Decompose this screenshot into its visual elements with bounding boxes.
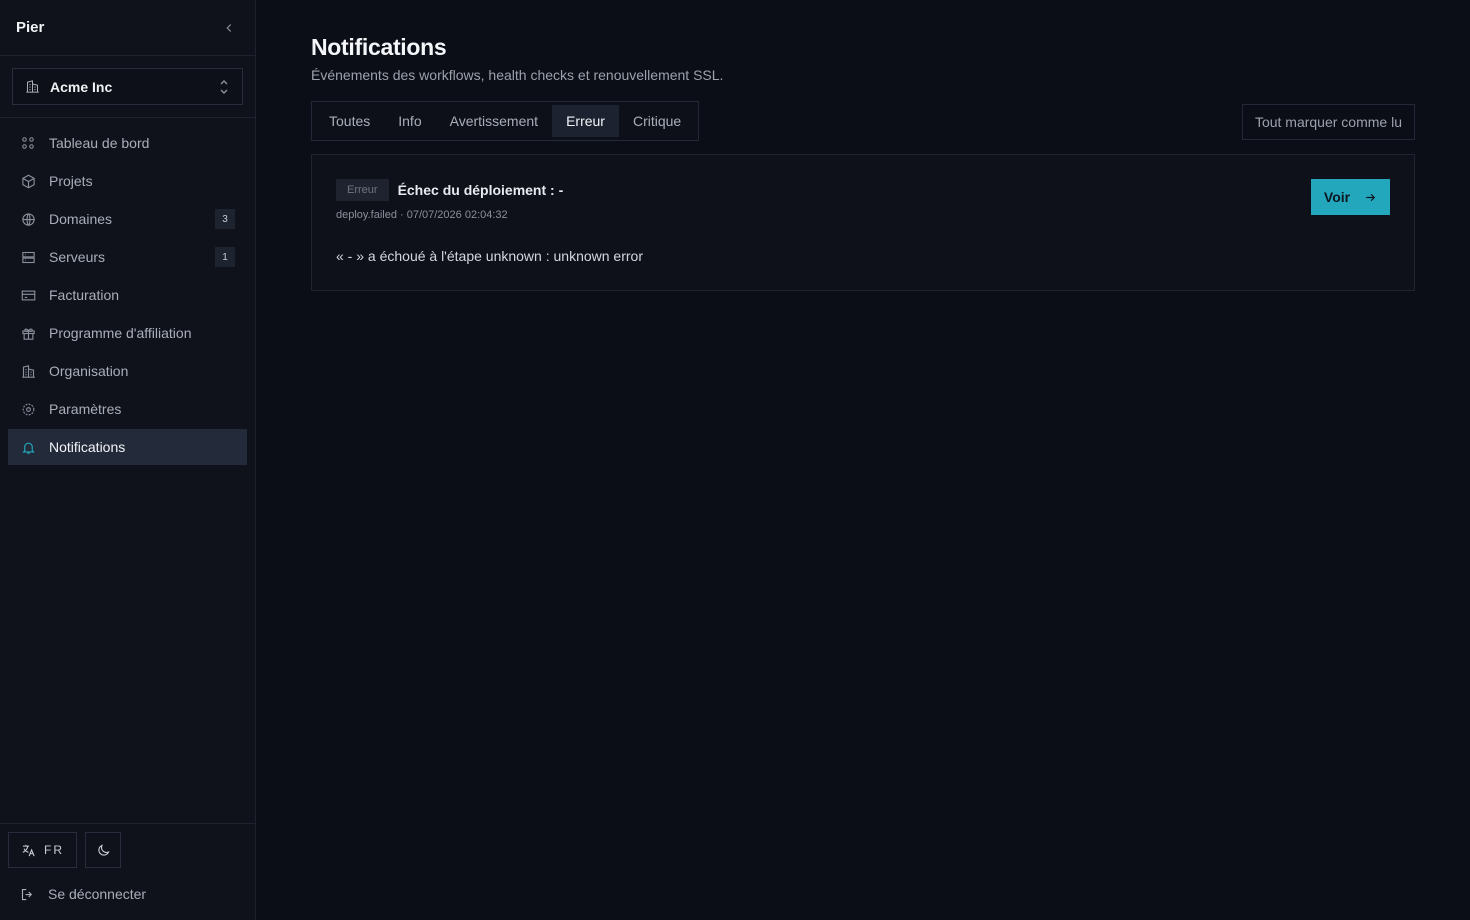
notification-card: Erreur Échec du déploiement : - deploy.f… [311, 154, 1415, 291]
sidebar-item-label: Tableau de bord [49, 135, 150, 151]
sidebar-item-label: Organisation [49, 363, 129, 379]
sidebar-item-dashboard[interactable]: Tableau de bord [8, 125, 247, 161]
chevron-up-down-icon [220, 79, 228, 94]
chevron-left-icon [226, 23, 232, 32]
sidebar-item-organization[interactable]: Organisation [8, 353, 247, 389]
translate-icon [22, 844, 35, 856]
tab-all[interactable]: Toutes [315, 105, 384, 137]
sidebar-footer-controls: FR [8, 832, 247, 868]
logout-icon [21, 888, 33, 900]
dashboard-icon [20, 135, 36, 151]
servers-count-badge: 1 [215, 247, 235, 267]
page-title: Notifications [311, 34, 447, 60]
arrow-right-icon [1366, 193, 1376, 201]
logout-button[interactable]: Se déconnecter [8, 876, 247, 912]
org-name: Acme Inc [50, 78, 113, 95]
view-button-label: Voir [1323, 189, 1351, 205]
server-icon [20, 249, 36, 265]
page-subtitle: Événements des workflows, health checks … [311, 67, 724, 83]
brand-name: Pier [16, 19, 45, 36]
mark-all-read-button[interactable]: Tout marquer comme lu [1241, 104, 1415, 140]
sidebar-item-settings[interactable]: Paramètres [8, 391, 247, 427]
sidebar-nav: Tableau de bord Projets Domaines 3 Serve… [0, 118, 255, 474]
tab-info[interactable]: Info [384, 105, 435, 137]
collapse-sidebar-button[interactable] [219, 18, 239, 38]
notification-meta: deploy.failed · 07/07/2026 02:04:32 [336, 209, 508, 221]
theme-toggle-button[interactable] [85, 832, 121, 868]
bell-icon [20, 439, 36, 455]
moon-icon [97, 843, 110, 856]
sidebar-item-label: Programme d'affiliation [49, 325, 192, 341]
language-switcher[interactable]: FR [8, 832, 77, 868]
globe-icon [20, 211, 36, 227]
tab-critical[interactable]: Critique [619, 105, 695, 137]
view-button[interactable]: Voir [1311, 179, 1390, 215]
sidebar-item-projects[interactable]: Projets [8, 163, 247, 199]
box-icon [20, 173, 36, 189]
sidebar-footer: FR Se déconnecter [0, 823, 255, 920]
severity-badge: Erreur [336, 179, 389, 201]
logout-label: Se déconnecter [48, 886, 147, 902]
sidebar-item-domains[interactable]: Domaines 3 [8, 201, 247, 237]
notification-message: « - » a échoué à l'étape unknown : unkno… [336, 248, 643, 264]
domains-count-badge: 3 [215, 209, 235, 229]
notification-header: Erreur Échec du déploiement : - [336, 179, 1390, 201]
org-switcher[interactable]: Acme Inc [12, 68, 243, 105]
sidebar-item-label: Serveurs [49, 249, 106, 265]
main-content: Notifications Événements des workflows, … [256, 0, 1470, 920]
org-switcher-wrap: Acme Inc [0, 56, 255, 118]
sidebar-item-label: Domaines [49, 211, 113, 227]
sidebar-item-label: Notifications [49, 439, 126, 455]
gift-icon [20, 325, 36, 341]
credit-card-icon [20, 287, 36, 303]
sidebar-item-label: Facturation [49, 287, 120, 303]
notification-title: Échec du déploiement : - [397, 182, 564, 198]
building-icon [26, 80, 39, 93]
sidebar-header: Pier [0, 0, 255, 56]
severity-tabs: Toutes Info Avertissement Erreur Critiqu… [311, 101, 700, 141]
tab-error[interactable]: Erreur [552, 105, 619, 137]
sidebar: Pier Acme Inc Tableau de bord Projets Do… [0, 0, 256, 920]
sidebar-item-billing[interactable]: Facturation [8, 277, 247, 313]
sidebar-item-notifications[interactable]: Notifications [8, 429, 247, 465]
sidebar-item-affiliate[interactable]: Programme d'affiliation [8, 315, 247, 351]
sidebar-item-servers[interactable]: Serveurs 1 [8, 239, 247, 275]
language-label: FR [44, 843, 64, 857]
sidebar-item-label: Paramètres [49, 401, 122, 417]
gear-icon [20, 401, 36, 417]
tab-warning[interactable]: Avertissement [436, 105, 552, 137]
building-icon [20, 363, 36, 379]
sidebar-item-label: Projets [49, 173, 93, 189]
notifications-toolbar: Toutes Info Avertissement Erreur Critiqu… [311, 101, 1415, 141]
app-root: Pier Acme Inc Tableau de bord Projets Do… [0, 0, 1470, 920]
